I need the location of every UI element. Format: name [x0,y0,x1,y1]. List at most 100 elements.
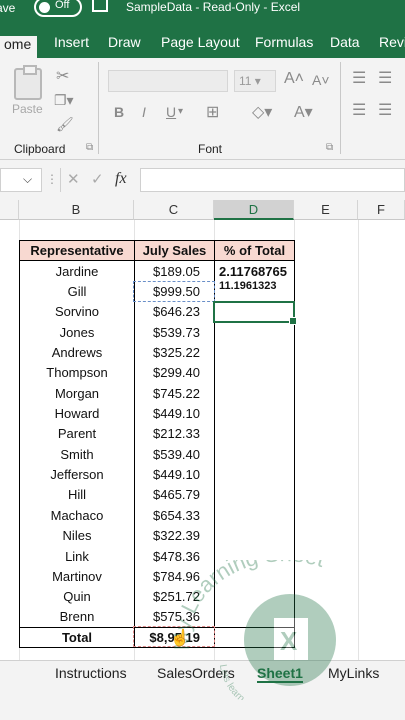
cell-pct[interactable]: 11.1961323 [214,281,295,302]
column-header-c[interactable]: C [134,200,214,220]
cell-sales[interactable]: $575.36 [134,606,215,628]
insert-function-icon[interactable]: fx [115,170,127,188]
cancel-icon[interactable]: ✕ [67,170,80,188]
cell-rep[interactable]: Brenn [19,606,135,628]
cell-pct[interactable] [214,505,295,526]
cell-rep[interactable]: Jefferson [19,464,135,485]
cell-sales[interactable]: $189.05 [134,260,215,282]
cell-rep[interactable]: Parent [19,423,135,445]
cell-rep[interactable]: Niles [19,525,135,546]
align-top-icon[interactable]: ☰ [352,68,366,88]
fill-color-icon[interactable]: ◇▾ [252,102,272,122]
header-pct-total[interactable]: % of Total [214,239,295,262]
cell-pct[interactable] [214,444,295,465]
chevron-down-icon[interactable]: ⌵ [23,172,32,187]
borders-icon[interactable]: ⊞ [206,102,219,122]
enter-icon[interactable]: ✓ [91,170,104,188]
select-all-corner[interactable] [0,200,19,220]
cell-rep[interactable]: Machaco [19,505,135,526]
autosave-toggle[interactable]: Off [34,0,82,17]
cell-pct[interactable] [214,606,295,628]
cell-rep[interactable]: Andrews [19,342,135,363]
clipboard-launcher-icon[interactable]: ⧉ [86,142,93,153]
tab-review[interactable]: Revi [379,34,405,50]
cell-sales[interactable]: $784.96 [134,566,215,587]
header-representative[interactable]: Representative [19,239,135,262]
cut-icon[interactable]: ✂ [56,66,69,86]
formula-input[interactable] [140,168,405,192]
paste-icon[interactable] [14,65,42,100]
cell-sales[interactable]: $322.39 [134,525,215,546]
cell-pct[interactable] [214,423,295,445]
column-header-f[interactable]: F [358,200,405,220]
format-painter-icon[interactable]: 🖌 [56,116,74,133]
cell-pct[interactable] [214,362,295,384]
cell-pct[interactable] [214,586,295,607]
sheet-tab-mylinks[interactable]: MyLinks [328,665,379,681]
cell-rep[interactable]: Morgan [19,383,135,404]
cell-pct[interactable]: 2.11768765 [214,260,295,282]
cell-pct[interactable] [214,566,295,587]
underline-button[interactable]: U [166,104,176,120]
font-name-select[interactable] [108,70,228,92]
header-july-sales[interactable]: July Sales [134,239,215,262]
align-left-icon[interactable]: ☰ [352,100,366,120]
cell-sales[interactable]: $251.72 [134,586,215,607]
italic-button[interactable]: I [142,104,146,120]
bold-button[interactable]: B [114,104,124,120]
cell-rep[interactable]: Martinov [19,566,135,587]
column-header-b[interactable]: B [19,200,134,220]
align-middle-icon[interactable]: ☰ [378,68,392,88]
font-size-select[interactable]: 11 ▾ [234,70,276,92]
cell-rep[interactable]: Jardine [19,260,135,282]
cell-pct[interactable] [214,321,295,343]
font-launcher-icon[interactable]: ⧉ [326,142,333,153]
tab-home[interactable]: ome [0,36,38,58]
cell-sales[interactable]: $646.23 [134,301,215,322]
cell-pct[interactable] [214,464,295,485]
cell-sales[interactable]: $212.33 [134,423,215,445]
tab-formulas[interactable]: Formulas [255,34,313,50]
cell-pct[interactable] [214,383,295,404]
cell-rep[interactable]: Link [19,545,135,567]
save-icon[interactable] [92,0,108,12]
underline-dropdown-icon[interactable]: ▾ [178,106,183,117]
active-cell-selection[interactable] [213,301,297,325]
cell-sales[interactable]: $654.33 [134,505,215,526]
cell-rep[interactable]: Smith [19,444,135,465]
increase-font-icon[interactable]: A˄ [284,70,304,88]
sheet-tab-sheet1[interactable]: Sheet1 [257,665,303,683]
tab-insert[interactable]: Insert [54,34,89,50]
cell-pct[interactable] [214,484,295,506]
cell-rep[interactable]: Sorvino [19,301,135,322]
cell-pct[interactable] [214,403,295,424]
cell-rep[interactable]: Gill [19,281,135,302]
worksheet-grid[interactable]: Representative July Sales % of Total Jar… [0,220,405,660]
cell-sales[interactable]: $449.10 [134,403,215,424]
sheet-tab-instructions[interactable]: Instructions [55,665,127,681]
cell-sales[interactable]: $745.22 [134,383,215,404]
cell-sales[interactable]: $539.40 [134,444,215,465]
align-center-icon[interactable]: ☰ [378,100,392,120]
cell-rep[interactable]: Howard [19,403,135,424]
copy-icon[interactable]: ❐▾ [54,92,74,109]
total-label[interactable]: Total [19,626,135,649]
column-header-d[interactable]: D [214,200,294,220]
cell-sales[interactable]: $465.79 [134,484,215,506]
tab-page-layout[interactable]: Page Layout [161,34,240,50]
name-box[interactable]: ⌵ [0,168,42,192]
cell-rep[interactable]: Thompson [19,362,135,384]
cell-sales[interactable]: $325.22 [134,342,215,363]
paste-label[interactable]: Paste [12,102,43,116]
cell-sales[interactable]: $478.36 [134,545,215,567]
cell-pct[interactable] [214,525,295,546]
cell-sales[interactable]: $539.73 [134,321,215,343]
cell-pct[interactable] [214,545,295,567]
cell-rep[interactable]: Jones [19,321,135,343]
tab-data[interactable]: Data [330,34,360,50]
column-header-e[interactable]: E [294,200,358,220]
cell-rep[interactable]: Quin [19,586,135,607]
font-color-icon[interactable]: A▾ [294,102,313,122]
more-icon[interactable]: ⋮ [46,172,58,186]
cell-rep[interactable]: Hill [19,484,135,506]
